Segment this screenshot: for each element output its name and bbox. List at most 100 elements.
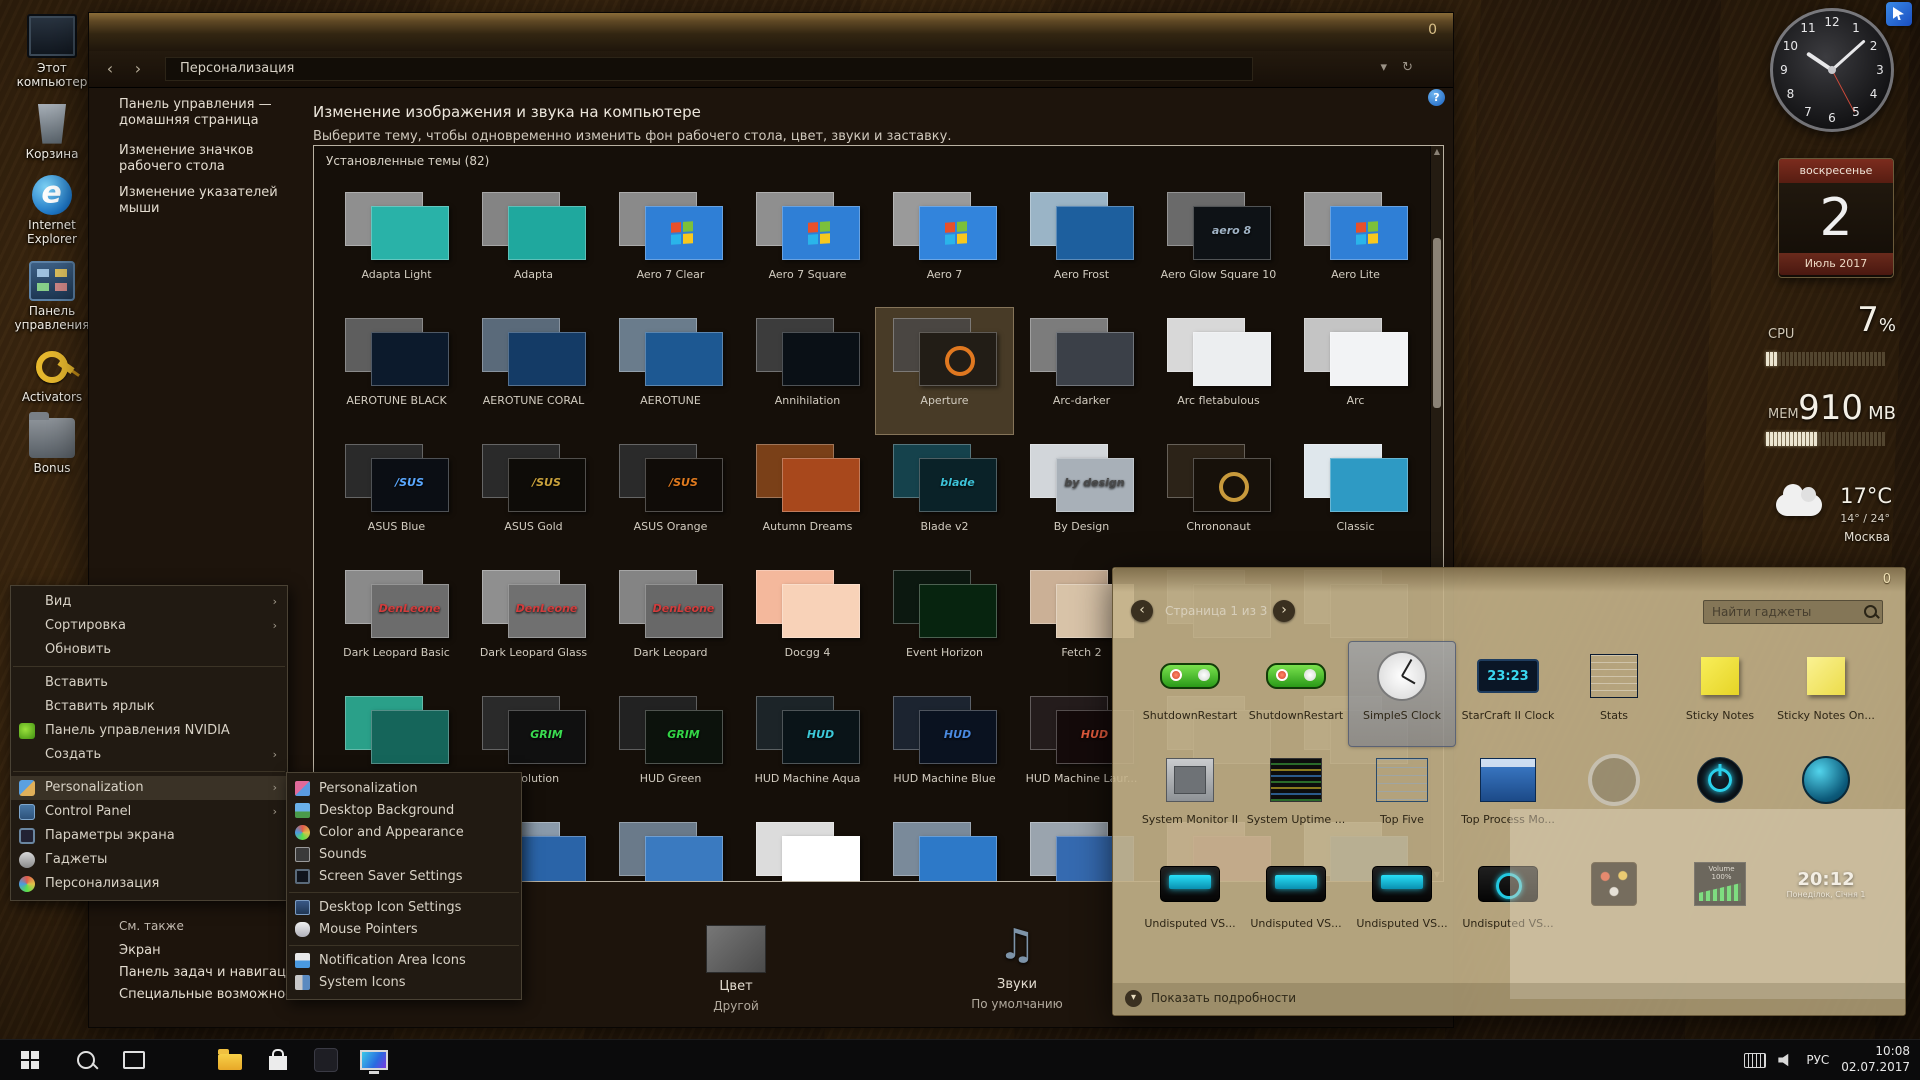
help-icon[interactable]: ?	[1428, 89, 1445, 106]
theme-Arc[interactable]: Arc	[1287, 308, 1424, 434]
gadget-tools[interactable]	[1561, 850, 1667, 954]
show-details-label[interactable]: Показать подробности	[1151, 991, 1296, 1005]
theme-Aero 7 Clear[interactable]: Aero 7 Clear	[602, 182, 739, 308]
context-menu-item-персонализация[interactable]: Персонализация	[11, 872, 287, 896]
context-menu-item-обновить[interactable]: Обновить	[11, 638, 287, 662]
theme-AEROTUNE[interactable]: AEROTUNE	[602, 308, 739, 434]
context-menu-item-вставить-ярлык[interactable]: Вставить ярлык	[11, 695, 287, 719]
theme-Event Horizon[interactable]: Event Horizon	[876, 560, 1013, 686]
calendar-gadget[interactable]: воскресенье 2 Июль 2017	[1778, 158, 1894, 278]
gadget-System Uptime ...[interactable]: System Uptime ...	[1243, 746, 1349, 850]
theme-Dark Leopard[interactable]: DenLeone Dark Leopard	[602, 560, 739, 686]
gadget-ShutdownRestart[interactable]: ShutdownRestart	[1243, 642, 1349, 746]
gadgets-prev-page-button[interactable]: ‹	[1131, 600, 1153, 622]
mem-gadget[interactable]: MEM 910 MB	[1764, 388, 1898, 452]
gadgets-titlebar[interactable]: 0	[1113, 568, 1905, 592]
gadget-Undisputed VS...[interactable]: Undisputed VS...	[1455, 850, 1561, 954]
gadget-Sticky Notes[interactable]: Sticky Notes	[1667, 642, 1773, 746]
context-menu-item-гаджеты[interactable]: Гаджеты	[11, 848, 287, 872]
submenu-item-notification-area-icons[interactable]: Notification Area Icons	[287, 950, 521, 972]
tray-clock[interactable]: 10:08 02.07.2017	[1841, 1044, 1910, 1075]
submenu-item-sounds[interactable]: Sounds	[287, 844, 521, 866]
gadget-System Monitor II[interactable]: System Monitor II	[1137, 746, 1243, 850]
gadget-Stats[interactable]: Stats	[1561, 642, 1667, 746]
theme-thumbnail[interactable]	[739, 812, 876, 881]
taskbar-taskview-button[interactable]	[112, 1040, 156, 1080]
theme-Adapta[interactable]: Adapta	[465, 182, 602, 308]
submenu-item-system-icons[interactable]: System Icons	[287, 972, 521, 994]
scroll-up-icon[interactable]: ▲	[1433, 148, 1441, 156]
taskbar-app-dark-button[interactable]	[304, 1040, 348, 1080]
desktop-icon-bonus[interactable]: Bonus	[4, 412, 100, 476]
sidebar-item-home[interactable]: Панель управления — домашняя страница	[119, 97, 309, 130]
theme-thumbnail[interactable]	[876, 812, 1013, 881]
context-menu-item-панель-управления-nvidia[interactable]: Панель управления NVIDIA	[11, 719, 287, 743]
submenu-item-mouse-pointers[interactable]: Mouse Pointers	[287, 919, 521, 941]
address-bar[interactable]: Персонализация	[165, 57, 1253, 81]
desktop-icon-activators[interactable]: Activators	[4, 347, 100, 405]
forward-button[interactable]: ›	[127, 58, 149, 80]
submenu-item-desktop-icon-settings[interactable]: Desktop Icon Settings	[287, 897, 521, 919]
theme-Aero 7[interactable]: Aero 7	[876, 182, 1013, 308]
theme-Aperture[interactable]: Aperture	[875, 307, 1014, 435]
theme-Arc fletabulous[interactable]: Arc fletabulous	[1150, 308, 1287, 434]
theme-thumbnail[interactable]	[602, 812, 739, 881]
gadget-vs-clock[interactable]: 20:12 Понеділок, Січня 1	[1773, 850, 1879, 954]
language-indicator[interactable]: РУС	[1806, 1053, 1829, 1067]
gadget-Undisputed VS...[interactable]: Undisputed VS...	[1243, 850, 1349, 954]
taskbar-start-button[interactable]	[8, 1040, 52, 1080]
theme-Arc-darker[interactable]: Arc-darker	[1013, 308, 1150, 434]
gadget-power[interactable]	[1667, 746, 1773, 850]
sidebar-item-mouse-pointers[interactable]: Изменение указателей мыши	[119, 185, 309, 218]
gadget-Top Five[interactable]: Top Five	[1349, 746, 1455, 850]
gadget-ShutdownRestart[interactable]: ShutdownRestart	[1137, 642, 1243, 746]
taskbar-edge-button[interactable]	[160, 1040, 204, 1080]
gadgets-next-page-button[interactable]: ›	[1273, 600, 1295, 622]
gadget-Top Process Mo...[interactable]: Top Process Mo...	[1455, 746, 1561, 850]
theme-Aero Frost[interactable]: Aero Frost	[1013, 182, 1150, 308]
address-dropdown-icon[interactable]: ▾	[1380, 60, 1387, 75]
taskbar-search-button[interactable]	[64, 1040, 108, 1080]
sounds-setting[interactable]: Звуки По умолчанию	[937, 925, 1097, 1011]
weather-gadget[interactable]: 17°C 14° / 24° Москва	[1772, 484, 1896, 550]
context-menu-item-вставить[interactable]: Вставить	[11, 671, 287, 695]
theme-HUD Machine Aqua[interactable]: HUD HUD Machine Aqua	[739, 686, 876, 812]
context-menu-item-control-panel[interactable]: Control Panel ›	[11, 800, 287, 824]
theme-HUD Green[interactable]: GRIM HUD Green	[602, 686, 739, 812]
taskbar-explorer-button[interactable]	[208, 1040, 252, 1080]
context-menu-item-вид[interactable]: Вид ›	[11, 590, 287, 614]
theme-HUD Machine Blue[interactable]: HUD HUD Machine Blue	[876, 686, 1013, 812]
keyboard-icon[interactable]	[1744, 1052, 1767, 1068]
context-menu-item-personalization[interactable]: Personalization ›	[11, 776, 287, 800]
theme-Aero Lite[interactable]: Aero Lite	[1287, 182, 1424, 308]
submenu-item-screen-saver-settings[interactable]: Screen Saver Settings	[287, 866, 521, 888]
taskbar-app-display-button[interactable]	[352, 1040, 396, 1080]
sidebar-item-display[interactable]: Экран	[119, 943, 309, 959]
theme-Chrononaut[interactable]: Chrononaut	[1150, 434, 1287, 560]
scrollbar-thumb[interactable]	[1433, 238, 1441, 408]
context-menu-item-сортировка[interactable]: Сортировка ›	[11, 614, 287, 638]
clock-gadget[interactable]: 12 1 2 3 4 5 6 7 8 9 10 11	[1770, 8, 1894, 132]
gadget-Sticky Notes On...[interactable]: Sticky Notes On...	[1773, 642, 1879, 746]
window-titlebar[interactable]: 0	[89, 13, 1453, 51]
theme-Dark Leopard Glass[interactable]: DenLeone Dark Leopard Glass	[465, 560, 602, 686]
theme-ASUS Gold[interactable]: /SUS ASUS Gold	[465, 434, 602, 560]
desktop-icon-control[interactable]: Панель управления	[4, 260, 100, 333]
gadget-SimpleS Clock[interactable]: SimpleS Clock	[1348, 641, 1456, 747]
submenu-item-personalization[interactable]: Personalization	[287, 778, 521, 800]
sidebar-item-accessibility[interactable]: Специальные возможности	[119, 987, 309, 1003]
cpu-gadget[interactable]: CPU 7%	[1764, 300, 1898, 372]
gadget-volume[interactable]: Volume 100%	[1667, 850, 1773, 954]
theme-AEROTUNE BLACK[interactable]: AEROTUNE BLACK	[328, 308, 465, 434]
theme-By Design[interactable]: by design By Design	[1013, 434, 1150, 560]
gadgets-search-input[interactable]	[1710, 603, 1854, 621]
desktop-icon-ie[interactable]: Internet Explorer	[4, 175, 100, 247]
desktop-icon-recycle[interactable]: Корзина	[4, 103, 100, 162]
back-button[interactable]: ‹	[99, 58, 121, 80]
context-menu-item-создать[interactable]: Создать ›	[11, 743, 287, 767]
context-menu-item-параметры-экрана[interactable]: Параметры экрана	[11, 824, 287, 848]
taskbar-store-button[interactable]	[256, 1040, 300, 1080]
submenu-item-color-and-appearance[interactable]: Color and Appearance	[287, 822, 521, 844]
show-details-icon[interactable]: ▾	[1125, 990, 1142, 1007]
refresh-icon[interactable]: ↻	[1402, 60, 1413, 75]
